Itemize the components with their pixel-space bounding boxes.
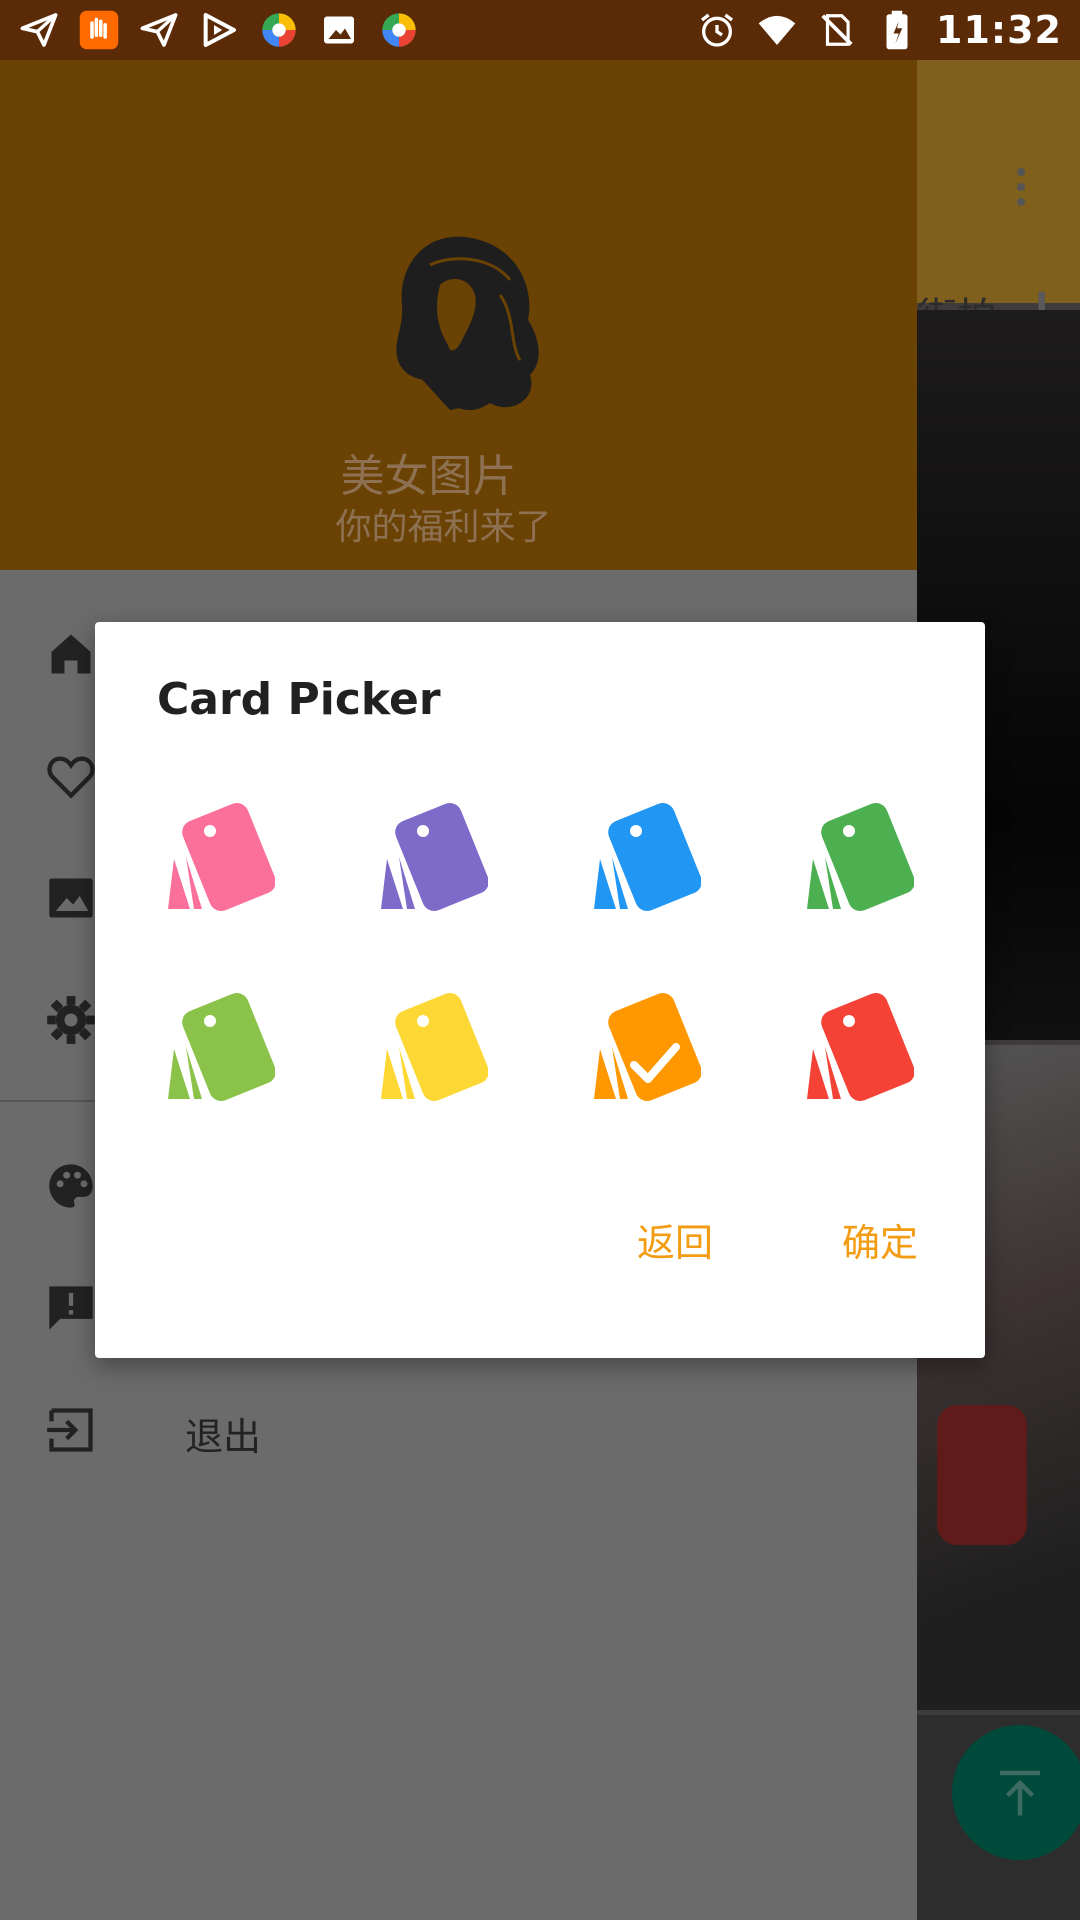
notification-icons: [18, 9, 420, 51]
feedback-icon: [49, 1286, 93, 1330]
send-icon: [18, 9, 60, 51]
wifi-icon: [756, 9, 798, 51]
color-card[interactable]: [789, 987, 915, 1107]
send-icon: [138, 9, 180, 51]
card-icon: [807, 993, 915, 1101]
scroll-top-button[interactable]: [952, 1725, 1080, 1860]
drawer-subtitle: 你的福利来了: [0, 498, 917, 550]
dialog-title: Card Picker: [157, 674, 441, 725]
colorful-app-icon: [258, 9, 300, 51]
woman-silhouette-logo: [370, 225, 560, 425]
settings-icon: [47, 996, 95, 1044]
drawer-item-exit[interactable]: 退出: [0, 1376, 917, 1486]
card-icon: [168, 803, 276, 911]
color-card[interactable]: [363, 797, 489, 917]
card-icon: [594, 803, 702, 911]
color-card[interactable]: [363, 987, 489, 1107]
color-card[interactable]: [150, 987, 276, 1107]
image-icon: [318, 9, 360, 51]
drawer-title-text: 美女图片: [340, 451, 517, 502]
drawer-item-exit-label: 退出: [185, 1415, 262, 1459]
exit-icon: [47, 1408, 93, 1452]
card-icon: [381, 803, 489, 911]
hand-app-icon: [78, 9, 120, 51]
confirm-button[interactable]: 确定: [842, 1212, 918, 1267]
clock: 11:32: [936, 8, 1062, 52]
card-icon: [168, 993, 276, 1101]
card-icon: [807, 803, 915, 911]
cancel-button[interactable]: 返回: [637, 1212, 713, 1267]
home-icon: [51, 634, 91, 674]
colorful-app-icon: [378, 9, 420, 51]
battery-icon: [876, 9, 918, 51]
system-icons: 11:32: [696, 8, 1062, 52]
heart-icon: [47, 756, 95, 799]
drawer-subtitle-text: 你的福利来了: [335, 507, 552, 548]
image-icon: [49, 878, 93, 918]
color-card-selected[interactable]: [576, 987, 702, 1107]
color-card[interactable]: [789, 797, 915, 917]
drawer-title: 美女图片: [0, 440, 917, 504]
drawer-header: 美女图片 你的福利来了: [0, 60, 917, 570]
status-bar: 11:32: [0, 0, 1080, 60]
card-icon: [381, 993, 489, 1101]
card-icon: [594, 993, 702, 1101]
palette-icon: [49, 1164, 93, 1208]
card-picker-dialog: Card Picker 返回 确定: [95, 622, 985, 1358]
arrow-up-icon: [999, 1770, 1040, 1815]
alarm-icon: [696, 9, 738, 51]
more-vert-icon[interactable]: [1017, 168, 1025, 212]
play-store-icon: [198, 9, 240, 51]
app-toolbar: [917, 60, 1080, 303]
color-card[interactable]: [150, 797, 276, 917]
no-sim-icon: [816, 9, 858, 51]
color-card[interactable]: [576, 797, 702, 917]
